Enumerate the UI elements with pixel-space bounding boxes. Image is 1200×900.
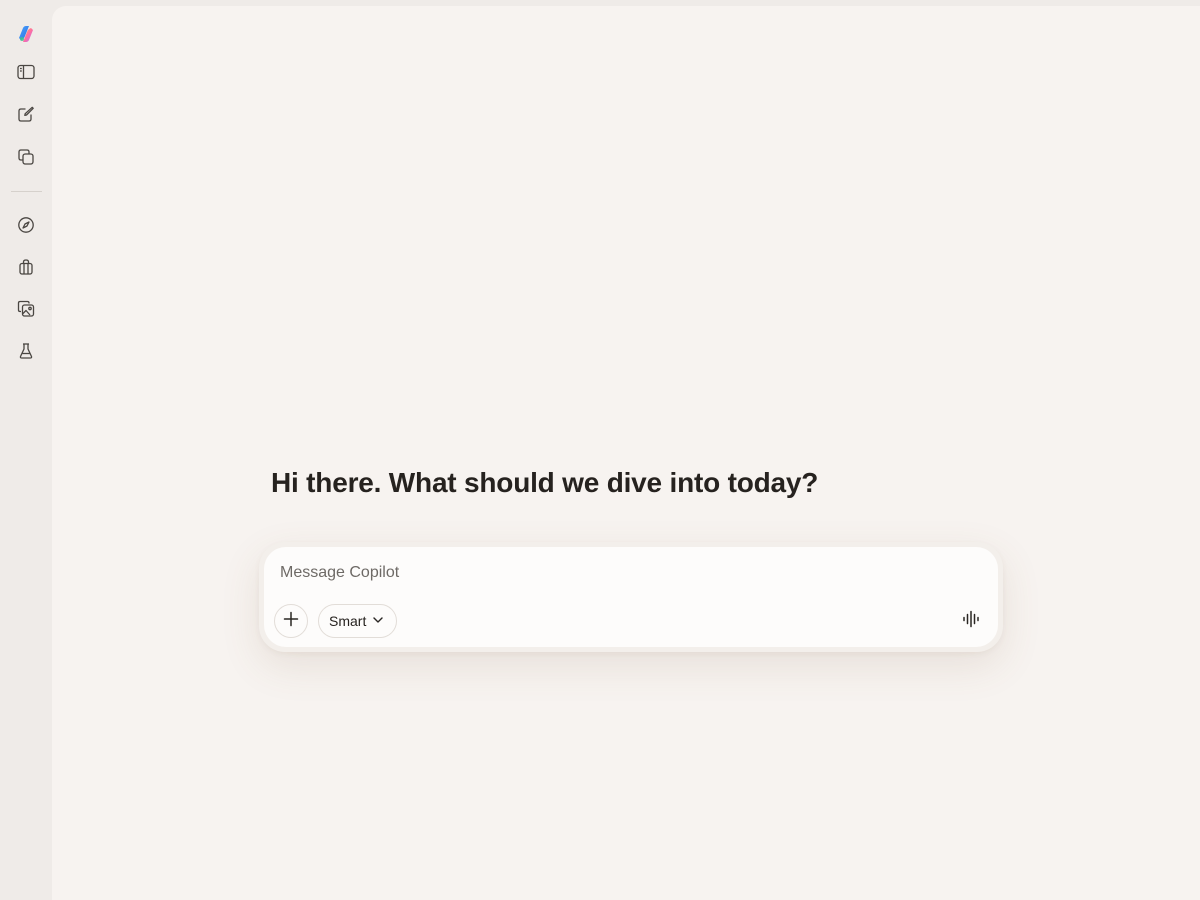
composer: Smart: [264, 547, 998, 647]
copy-stack-icon[interactable]: [12, 143, 40, 171]
greeting-heading: Hi there. What should we dive into today…: [271, 467, 819, 498]
mode-selector-button[interactable]: Smart: [318, 604, 398, 638]
plus-icon: [282, 610, 300, 633]
composer-container: Smart: [259, 542, 1003, 652]
copilot-app: Hi there. What should we dive into today…: [0, 0, 1200, 900]
voice-button[interactable]: [956, 606, 986, 636]
compass-icon[interactable]: [12, 211, 40, 239]
voice-waveform-icon: [961, 609, 981, 634]
flask-icon[interactable]: [12, 337, 40, 365]
panel-left-icon[interactable]: [12, 58, 40, 86]
main-panel: Hi there. What should we dive into today…: [52, 6, 1200, 900]
message-input[interactable]: [280, 561, 920, 585]
sidebar-divider: [11, 191, 42, 192]
sidebar: [0, 0, 52, 900]
add-attachment-button[interactable]: [274, 604, 308, 638]
gallery-icon[interactable]: [12, 295, 40, 323]
shopping-bag-icon[interactable]: [12, 253, 40, 281]
compose-icon[interactable]: [12, 100, 40, 128]
copilot-logo-icon[interactable]: [12, 20, 40, 48]
chevron-down-icon: [372, 613, 384, 629]
mode-label: Smart: [329, 613, 367, 629]
